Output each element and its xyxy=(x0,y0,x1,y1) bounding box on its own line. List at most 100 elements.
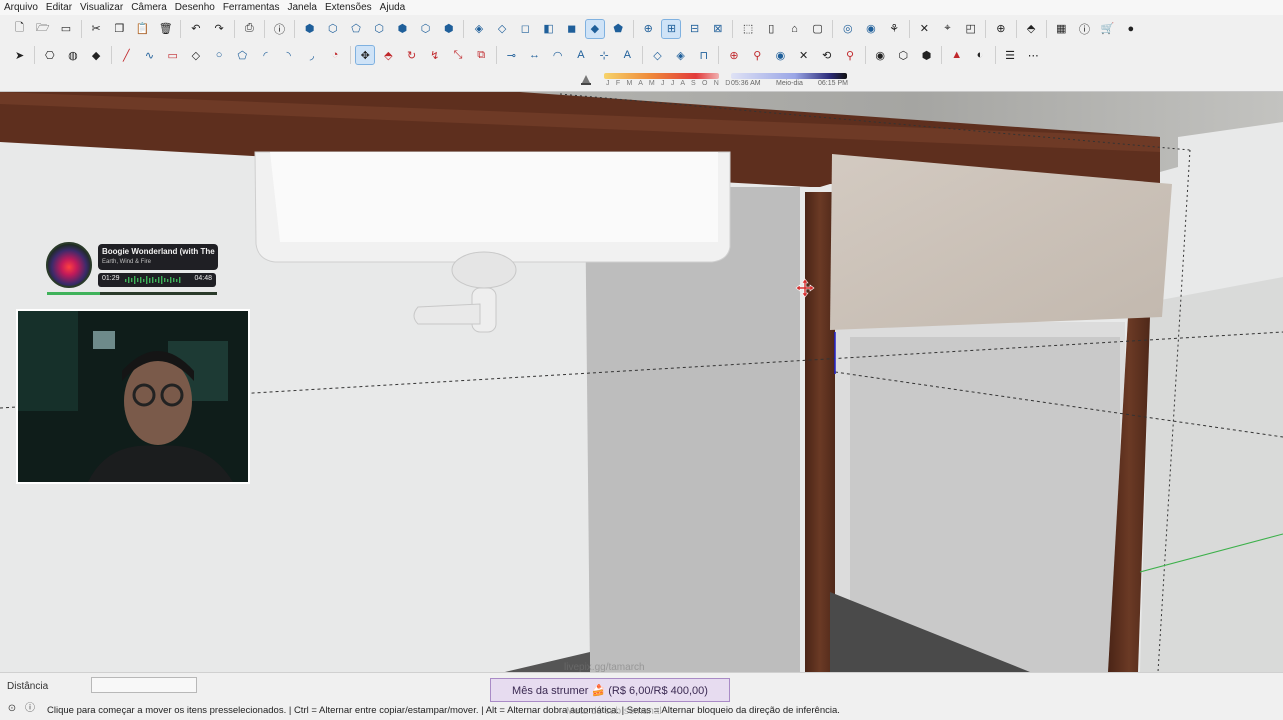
geo-location-icon[interactable]: ⊙ xyxy=(6,703,18,715)
arc-icon[interactable]: ◜ xyxy=(256,46,274,64)
redo-icon[interactable]: ↷ xyxy=(210,20,228,38)
back-edges-icon[interactable]: ◇ xyxy=(493,20,511,38)
outliner-icon[interactable]: ☰ xyxy=(1001,46,1019,64)
model-info-icon[interactable]: ⓘ xyxy=(270,20,288,38)
3pt-arc-icon[interactable]: ◞ xyxy=(303,46,321,64)
undo-icon[interactable]: ↶ xyxy=(187,20,205,38)
menu-arquivo[interactable]: Arquivo xyxy=(0,0,42,15)
section-fill-icon[interactable]: ⊠ xyxy=(709,20,727,38)
xray-icon[interactable]: ◈ xyxy=(470,20,488,38)
2pt-arc-icon[interactable]: ◝ xyxy=(280,46,298,64)
section-plane-icon[interactable]: ⊕ xyxy=(639,20,657,38)
tape-measure-icon[interactable]: ⊸ xyxy=(502,46,520,64)
wireframe-icon[interactable]: ◻ xyxy=(516,20,534,38)
follow-me-icon[interactable]: ↯ xyxy=(426,46,444,64)
shaded-icon[interactable]: ◼ xyxy=(563,20,581,38)
copy-icon[interactable]: ❐ xyxy=(110,20,128,38)
zoom-icon[interactable]: ⌂ xyxy=(785,20,803,38)
new-file-icon[interactable]: 🗋 xyxy=(11,20,29,38)
paste-icon[interactable]: 📋 xyxy=(134,20,152,38)
scale-icon[interactable]: ⤡ xyxy=(449,46,467,64)
add-location2-icon[interactable]: ⬘ xyxy=(1022,20,1040,38)
paint-bucket-icon[interactable]: ◍ xyxy=(64,46,82,64)
menu-camera[interactable]: Câmera xyxy=(127,0,171,15)
select-icon[interactable]: ➤ xyxy=(11,46,29,64)
back-view-icon[interactable]: ⬢ xyxy=(393,20,411,38)
outer-shell-icon[interactable]: ◇ xyxy=(648,46,666,64)
push-pull-icon[interactable]: ⬘ xyxy=(379,46,397,64)
match-photo-icon[interactable]: ▲ xyxy=(948,46,966,64)
menu-desenho[interactable]: Desenho xyxy=(171,0,219,15)
bottom-view-icon[interactable]: ⬢ xyxy=(440,20,458,38)
section-cuts-icon[interactable]: ⊟ xyxy=(686,20,704,38)
previous-view-icon[interactable]: ⟲ xyxy=(818,46,836,64)
walk-icon[interactable]: ⚲ xyxy=(748,46,766,64)
zoom-window-icon[interactable]: ▢ xyxy=(809,20,827,38)
left-view-icon[interactable]: ⬡ xyxy=(417,20,435,38)
intersect-icon[interactable]: ◈ xyxy=(672,46,690,64)
time-slider[interactable] xyxy=(731,73,847,79)
monochrome-icon[interactable]: ⬟ xyxy=(609,20,627,38)
shadow-toggle-icon[interactable] xyxy=(579,73,593,87)
extension-manager-icon[interactable]: ⊕ xyxy=(992,20,1010,38)
offset-icon[interactable]: ⧉ xyxy=(472,46,490,64)
open-file-icon[interactable]: 🗁 xyxy=(34,20,52,38)
look-around-icon[interactable]: ◉ xyxy=(771,46,789,64)
layout-icon[interactable]: ▦ xyxy=(1052,20,1070,38)
zoom-extents-icon[interactable]: ✕ xyxy=(795,46,813,64)
cart-icon[interactable]: 🛒 xyxy=(1099,20,1117,38)
info-icon[interactable]: ⓘ xyxy=(24,703,36,715)
account-icon[interactable]: ● xyxy=(1122,20,1140,38)
photo-texture-icon[interactable]: ◰ xyxy=(962,20,980,38)
measurements-input[interactable] xyxy=(91,677,197,693)
menu-janela[interactable]: Janela xyxy=(284,0,321,15)
save-icon[interactable]: ▭ xyxy=(57,20,75,38)
right-view-icon[interactable]: ⬡ xyxy=(370,20,388,38)
terrain-icon[interactable]: ⌖ xyxy=(939,20,957,38)
menu-extensoes[interactable]: Extensões xyxy=(321,0,376,15)
info-icon[interactable]: ⓘ xyxy=(1075,20,1093,38)
model-viewport[interactable]: Boogie Wonderland (with The Earth, Wind … xyxy=(0,92,1283,672)
warehouse-icon[interactable]: ◎ xyxy=(839,20,857,38)
orbit-icon[interactable]: ⬚ xyxy=(739,20,757,38)
menu-visualizar[interactable]: Visualizar xyxy=(76,0,127,15)
iso-view-icon[interactable]: ⬢ xyxy=(301,20,319,38)
menu-ferramentas[interactable]: Ferramentas xyxy=(219,0,284,15)
rotate-icon[interactable]: ↻ xyxy=(403,46,421,64)
cut-icon[interactable]: ✂ xyxy=(87,20,105,38)
section-icon[interactable]: ◉ xyxy=(871,46,889,64)
rectangle-icon[interactable]: ▭ xyxy=(164,46,182,64)
box-icon[interactable]: ⬡ xyxy=(894,46,912,64)
pan-icon[interactable]: ▯ xyxy=(762,20,780,38)
month-slider[interactable] xyxy=(604,73,719,79)
eraser-icon[interactable]: ◆ xyxy=(87,46,105,64)
axes-icon[interactable]: ⊹ xyxy=(595,46,613,64)
component-box-icon[interactable]: ⬢ xyxy=(918,46,936,64)
menu-ajuda[interactable]: Ajuda xyxy=(376,0,410,15)
rotated-rect-icon[interactable]: ◇ xyxy=(187,46,205,64)
delete-icon[interactable]: 🗑 xyxy=(157,20,175,38)
position-camera-icon[interactable]: ⊕ xyxy=(725,46,743,64)
polygon-icon[interactable]: ⬠ xyxy=(233,46,251,64)
pie-icon[interactable]: ◔ xyxy=(326,46,344,64)
component-icon[interactable]: ⎔ xyxy=(41,46,59,64)
style-icon[interactable]: ◐ xyxy=(971,46,989,64)
protractor-icon[interactable]: ◠ xyxy=(549,46,567,64)
scenes-icon[interactable]: ⋯ xyxy=(1024,46,1042,64)
add-location-icon[interactable]: ✕ xyxy=(915,20,933,38)
freehand-icon[interactable]: ∿ xyxy=(141,46,159,64)
union-icon[interactable]: ⊓ xyxy=(695,46,713,64)
components-icon[interactable]: ⚘ xyxy=(885,20,903,38)
top-view-icon[interactable]: ⬡ xyxy=(324,20,342,38)
section-display-icon[interactable]: ⊞ xyxy=(661,18,682,39)
front-view-icon[interactable]: ⬠ xyxy=(347,20,365,38)
3d-text-icon[interactable]: A xyxy=(618,46,636,64)
dimension-icon[interactable]: ↔ xyxy=(526,46,544,64)
text-icon[interactable]: A xyxy=(572,46,590,64)
hidden-line-icon[interactable]: ◧ xyxy=(540,20,558,38)
line-icon[interactable]: ╱ xyxy=(117,46,135,64)
extension-warehouse-icon[interactable]: ◉ xyxy=(862,20,880,38)
circle-icon[interactable]: ○ xyxy=(210,46,228,64)
sandbox-icon[interactable]: ⚲ xyxy=(841,46,859,64)
print-icon[interactable]: ⎙ xyxy=(240,20,258,38)
